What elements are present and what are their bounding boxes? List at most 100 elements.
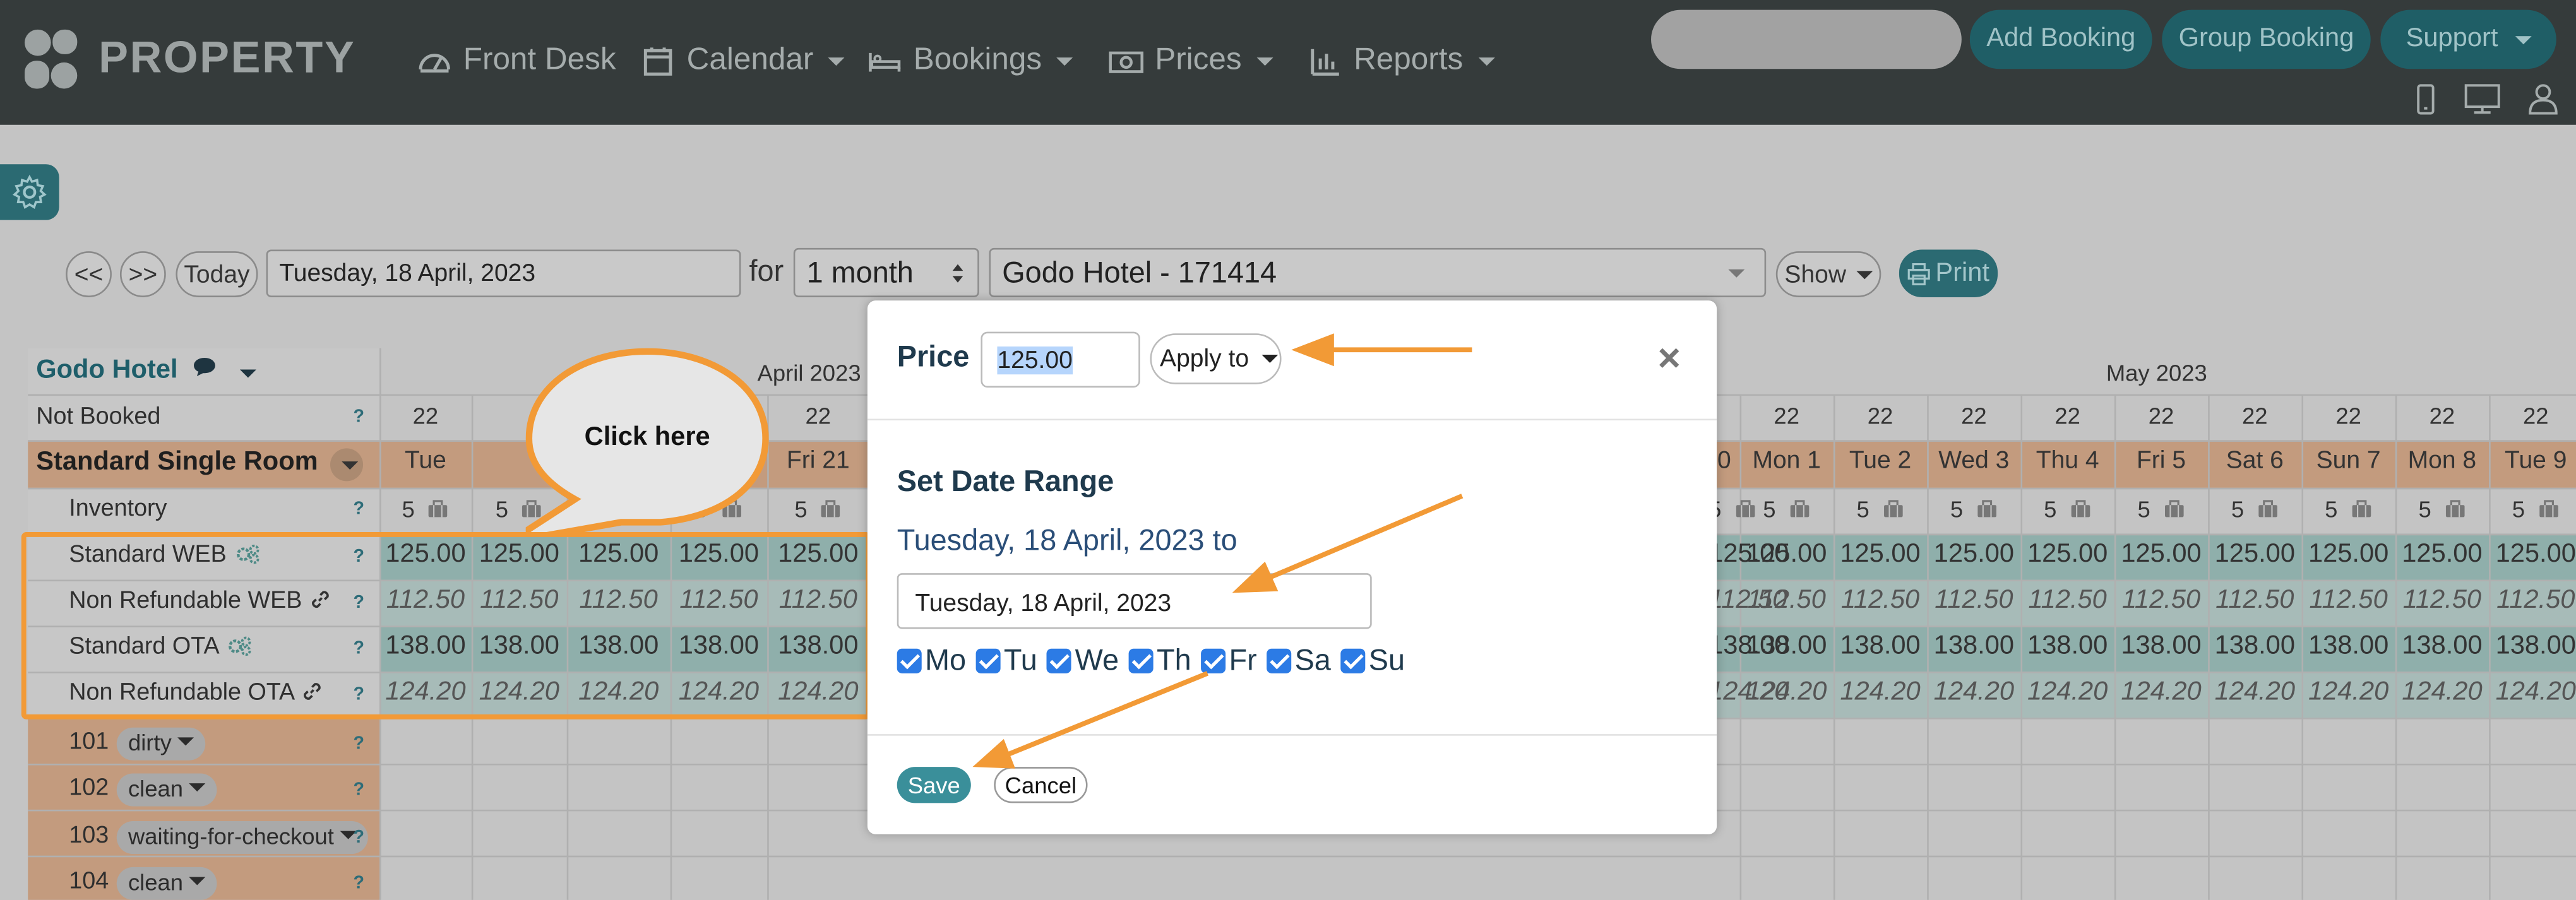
day-header[interactable]: Sun 7 — [2301, 447, 2395, 475]
price-cell[interactable]: 125.00 — [1927, 540, 2020, 570]
checkbox-sa[interactable]: Sa — [1267, 644, 1331, 678]
search-input[interactable] — [1651, 9, 1962, 69]
day-header[interactable]: Tue 9 — [2489, 447, 2576, 475]
price-cell[interactable]: 124.20 — [1740, 678, 1834, 708]
checkbox-th[interactable]: Th — [1128, 644, 1191, 678]
price-cell[interactable]: 112.50 — [1834, 586, 1927, 616]
price-cell[interactable]: 112.50 — [2395, 586, 2489, 616]
price-cell[interactable]: 124.20 — [2021, 678, 2114, 708]
help-icon[interactable]: ? — [353, 734, 364, 754]
room-status-dropdown[interactable]: dirty — [116, 727, 206, 761]
mobile-icon[interactable] — [2409, 82, 2442, 115]
day-header[interactable]: Tue — [379, 447, 472, 475]
price-cell[interactable]: 124.20 — [1834, 678, 1927, 708]
end-date-input[interactable]: Tuesday, 18 April, 2023 — [897, 573, 1372, 629]
price-cell[interactable]: 125.00 — [1834, 540, 1927, 570]
price-cell[interactable]: 112.50 — [2208, 586, 2301, 616]
price-cell[interactable]: 124.20 — [1927, 678, 2020, 708]
checkbox-tu[interactable]: Tu — [975, 644, 1037, 678]
inventory-cell[interactable]: 5 — [1834, 496, 1927, 522]
room-status-dropdown[interactable]: waiting-for-checkout — [116, 821, 369, 855]
inventory-cell[interactable]: 5 — [2395, 496, 2489, 522]
inventory-cell[interactable]: 5 — [2489, 496, 2576, 522]
inventory-cell[interactable]: 5 — [2114, 496, 2208, 522]
help-icon[interactable]: ? — [353, 499, 364, 519]
price-cell[interactable]: 125.00 — [2208, 540, 2301, 570]
help-icon[interactable]: ? — [353, 827, 364, 847]
inventory-cell[interactable]: 5 — [767, 496, 869, 522]
settings-button[interactable] — [0, 164, 59, 220]
price-cell[interactable]: 124.20 — [2395, 678, 2489, 708]
chevron-down-icon[interactable] — [240, 369, 257, 378]
help-icon[interactable]: ? — [353, 407, 364, 427]
brand-name[interactable]: PROPERTY — [98, 33, 355, 84]
price-cell[interactable]: 125.00 — [2114, 540, 2208, 570]
inventory-cell[interactable]: 5 — [1740, 496, 1834, 522]
price-cell[interactable]: 125.00 — [2395, 540, 2489, 570]
period-select[interactable]: 1 month — [793, 247, 979, 297]
help-icon[interactable]: ? — [353, 873, 364, 893]
day-header[interactable]: Tue 2 — [1834, 447, 1927, 475]
save-button[interactable]: Save — [897, 767, 971, 803]
price-cell[interactable]: 125.00 — [2021, 540, 2114, 570]
group-booking-button[interactable]: Group Booking — [2162, 9, 2371, 69]
room-type-dropdown[interactable] — [330, 448, 364, 482]
cancel-button[interactable]: Cancel — [994, 767, 1088, 803]
price-cell[interactable]: 138.00 — [1927, 632, 2020, 662]
price-cell[interactable]: 138.00 — [2114, 632, 2208, 662]
inventory-cell[interactable]: 5 — [2208, 496, 2301, 522]
inventory-cell[interactable]: 5 — [1927, 496, 2020, 522]
desktop-icon[interactable] — [2464, 82, 2500, 115]
price-cell[interactable]: 138.00 — [1834, 632, 1927, 662]
price-cell[interactable]: 112.50 — [2114, 586, 2208, 616]
day-header[interactable]: Fri 5 — [2114, 447, 2208, 475]
checkbox-we[interactable]: We — [1047, 644, 1119, 678]
room-status-dropdown[interactable]: clean — [116, 773, 218, 807]
day-header[interactable]: Mon 8 — [2395, 447, 2489, 475]
nav-reports[interactable]: Reports — [1308, 43, 1494, 79]
price-cell[interactable]: 112.50 — [1927, 586, 2020, 616]
nav-calendar[interactable]: Calendar — [641, 43, 845, 79]
user-icon[interactable] — [2527, 82, 2560, 115]
price-cell[interactable]: 124.20 — [2301, 678, 2395, 708]
day-header[interactable]: Wed 3 — [1927, 447, 2020, 475]
checkbox-fr[interactable]: Fr — [1201, 644, 1257, 678]
price-cell[interactable]: 124.20 — [2208, 678, 2301, 708]
property-name[interactable]: Godo Hotel — [36, 357, 257, 386]
comment-icon[interactable] — [192, 357, 217, 378]
add-booking-button[interactable]: Add Booking — [1969, 9, 2152, 69]
day-header[interactable]: Fri 21 — [767, 447, 869, 475]
price-cell[interactable]: 112.50 — [2301, 586, 2395, 616]
nav-front-desk[interactable]: Front Desk — [417, 43, 616, 79]
price-input[interactable]: 125.00 — [981, 331, 1140, 388]
price-cell[interactable]: 138.00 — [2301, 632, 2395, 662]
checkbox-su[interactable]: Su — [1340, 644, 1405, 678]
price-cell[interactable]: 112.50 — [1740, 586, 1834, 616]
checkbox-mo[interactable]: Mo — [897, 644, 966, 678]
day-header[interactable]: Thu 4 — [2021, 447, 2114, 475]
inventory-cell[interactable]: 5 — [379, 496, 472, 522]
next-button[interactable]: >> — [119, 251, 166, 297]
price-cell[interactable]: 112.50 — [2489, 586, 2576, 616]
support-button[interactable]: Support — [2380, 9, 2556, 69]
inventory-cell[interactable]: 5 — [2021, 496, 2114, 522]
price-cell[interactable]: 138.00 — [2489, 632, 2576, 662]
price-cell[interactable]: 112.50 — [2021, 586, 2114, 616]
price-cell[interactable]: 125.00 — [2489, 540, 2576, 570]
price-cell[interactable]: 138.00 — [2021, 632, 2114, 662]
day-header[interactable]: Sat 6 — [2208, 447, 2301, 475]
price-cell[interactable]: 125.00 — [1740, 540, 1834, 570]
print-button[interactable]: Print — [1899, 249, 1998, 297]
price-cell[interactable]: 124.20 — [2114, 678, 2208, 708]
day-header[interactable]: Mon 1 — [1740, 447, 1834, 475]
room-status-dropdown[interactable]: clean — [116, 867, 218, 900]
price-cell[interactable]: 124.20 — [2489, 678, 2576, 708]
price-cell[interactable]: 138.00 — [2395, 632, 2489, 662]
close-icon[interactable]: × — [1657, 336, 1680, 382]
prev-button[interactable]: << — [66, 251, 112, 297]
price-cell[interactable]: 125.00 — [2301, 540, 2395, 570]
today-button[interactable]: Today — [176, 251, 258, 297]
property-select[interactable]: Godo Hotel - 171414 — [989, 247, 1767, 297]
show-button[interactable]: Show — [1775, 251, 1881, 297]
nav-bookings[interactable]: Bookings — [868, 43, 1073, 79]
